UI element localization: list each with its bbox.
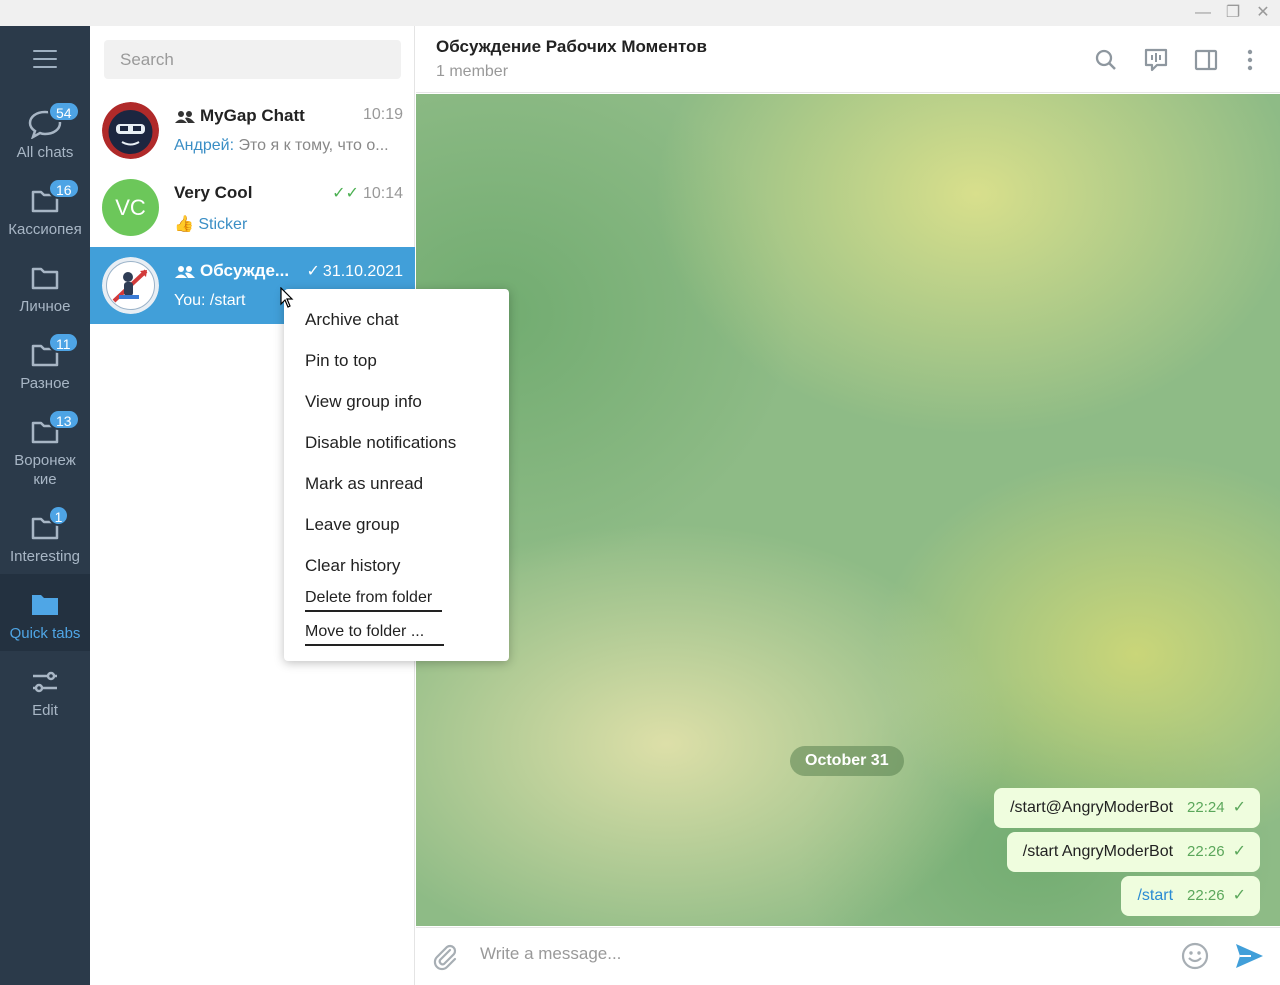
folder-label: Кассиопея	[8, 221, 82, 238]
preview-text: Это я к тому, что о...	[238, 137, 389, 154]
folder-label: Личное	[19, 298, 71, 315]
folder-raznoe[interactable]: 11 Разное	[0, 332, 90, 402]
chat-preview: Андрей: Это я к тому, что о...	[174, 137, 389, 155]
menu-mark-as-unread[interactable]: Mark as unread	[305, 474, 423, 494]
minimize-button[interactable]: —	[1192, 3, 1214, 23]
message-input[interactable]: Write a message...	[480, 944, 621, 964]
folder-voronezhskie[interactable]: 13 Воронеж кие	[0, 409, 90, 497]
menu-leave-group[interactable]: Leave group	[305, 515, 400, 535]
message-bubble[interactable]: /start 22:26 ✓	[1121, 876, 1260, 916]
folder-quick-tabs[interactable]: Quick tabs	[0, 574, 90, 651]
preview-sender: Андрей:	[174, 137, 235, 154]
compose-bar: Write a message...	[416, 927, 1280, 985]
menu-icon[interactable]	[33, 50, 57, 68]
preview-text: Sticker	[198, 216, 248, 233]
check-icon: ✓	[1232, 843, 1246, 860]
folder-edit[interactable]: Edit	[0, 667, 90, 729]
check-icon: ✓	[306, 263, 320, 280]
bot-command-link[interactable]: /start	[1137, 887, 1173, 904]
chat-preview: You: /start	[174, 292, 246, 309]
chat-context-menu: Archive chat Pin to top View group info …	[284, 289, 509, 661]
voice-chat-icon[interactable]	[1142, 46, 1170, 74]
message-time: 22:26	[1187, 843, 1225, 860]
folder-label: Interesting	[9, 548, 81, 565]
double-check-icon: ✓✓	[332, 185, 359, 202]
folder-sidebar: 54 All chats 16 Кассиопея Личное 11 Разн…	[0, 26, 90, 985]
folder-all-chats[interactable]: 54 All chats	[0, 101, 90, 171]
unread-badge: 54	[48, 101, 80, 122]
chat-title[interactable]: Обсуждение Рабочих Моментов	[436, 37, 707, 57]
folder-label: Воронеж	[14, 452, 76, 469]
folder-label-cont: кие	[33, 471, 57, 488]
avatar	[102, 102, 159, 159]
emoji-icon[interactable]	[1180, 941, 1210, 971]
folder-icon	[27, 263, 63, 293]
chat-name: MyGap Chatt	[174, 106, 305, 126]
close-button[interactable]: ✕	[1252, 3, 1274, 23]
chat-time: ✓ 31.10.2021	[306, 263, 403, 280]
chat-header: Обсуждение Рабочих Моментов 1 member	[416, 26, 1280, 93]
group-icon	[174, 261, 200, 280]
folder-icon: 16	[27, 178, 80, 216]
chat-preview: 👍 Sticker	[174, 214, 247, 234]
chat-name: Обсужде...	[174, 261, 289, 281]
unread-badge: 16	[48, 178, 80, 199]
folder-label: Разное	[20, 375, 70, 392]
chat-time: 10:19	[362, 106, 403, 123]
date-separator: October 31	[790, 746, 904, 776]
chat-row-mygap[interactable]: MyGap Chatt 10:19 Андрей: Это я к тому, …	[90, 92, 415, 169]
chat-row-very-cool[interactable]: VC Very Cool ✓✓ 10:14 👍 Sticker	[90, 169, 415, 246]
menu-pin-to-top[interactable]: Pin to top	[305, 351, 377, 371]
search-input[interactable]	[104, 40, 401, 79]
avatar	[102, 257, 159, 314]
folder-icon: 11	[27, 332, 79, 370]
group-icon	[174, 106, 200, 125]
message-bubble[interactable]: /start AngryModerBot 22:26 ✓	[1006, 832, 1260, 872]
restore-button[interactable]: ❐	[1222, 3, 1244, 23]
message-bubble[interactable]: /start@AngryModerBot 22:24 ✓	[994, 788, 1260, 828]
more-vertical-icon[interactable]	[1236, 46, 1264, 74]
member-count: 1 member	[436, 63, 509, 80]
menu-clear-history[interactable]: Clear history	[305, 556, 400, 576]
check-icon: ✓	[1232, 799, 1246, 816]
message-text: /start AngryModerBot	[1022, 843, 1174, 860]
menu-move-to-folder[interactable]: Move to folder ...	[305, 623, 445, 646]
unread-badge: 13	[48, 409, 80, 430]
sliders-icon	[27, 667, 63, 697]
menu-disable-notifications[interactable]: Disable notifications	[305, 433, 456, 453]
message-text: /start@AngryModerBot	[1010, 799, 1174, 816]
window-titlebar: — ❐ ✕	[0, 0, 1280, 26]
chat-name: Very Cool	[174, 183, 253, 202]
check-icon: ✓	[1232, 887, 1246, 904]
folder-icon: 13	[27, 409, 80, 447]
chat-bubble-icon: 54	[27, 101, 80, 140]
menu-view-group-info[interactable]: View group info	[305, 392, 422, 412]
folder-icon: 1	[27, 505, 69, 543]
message-time: 22:24	[1187, 799, 1225, 816]
folder-label: All chats	[16, 144, 74, 161]
folder-lichnoe[interactable]: Личное	[0, 263, 90, 325]
folder-label: Quick tabs	[9, 625, 81, 642]
avatar: VC	[102, 179, 159, 236]
menu-delete-from-folder[interactable]: Delete from folder	[305, 589, 443, 612]
folder-interesting[interactable]: 1 Interesting	[0, 505, 90, 575]
attach-icon[interactable]	[430, 942, 460, 972]
chat-time: ✓✓ 10:14	[332, 185, 403, 202]
search-icon[interactable]	[1092, 46, 1120, 74]
unread-badge: 1	[48, 505, 69, 526]
unread-badge: 11	[48, 332, 79, 353]
thumbs-up-emoji: 👍	[174, 216, 194, 233]
menu-archive-chat[interactable]: Archive chat	[305, 310, 399, 330]
folder-label: Edit	[32, 702, 58, 719]
folder-kassiopeya[interactable]: 16 Кассиопея	[0, 178, 90, 248]
send-icon[interactable]	[1233, 941, 1265, 971]
message-area[interactable]: October 31 /start@AngryModerBot 22:24 ✓ /s…	[416, 94, 1280, 926]
sidebar-toggle-icon[interactable]	[1192, 46, 1220, 74]
mouse-cursor-icon	[280, 286, 294, 309]
message-time: 22:26	[1187, 887, 1225, 904]
folder-filled-icon	[27, 590, 63, 620]
